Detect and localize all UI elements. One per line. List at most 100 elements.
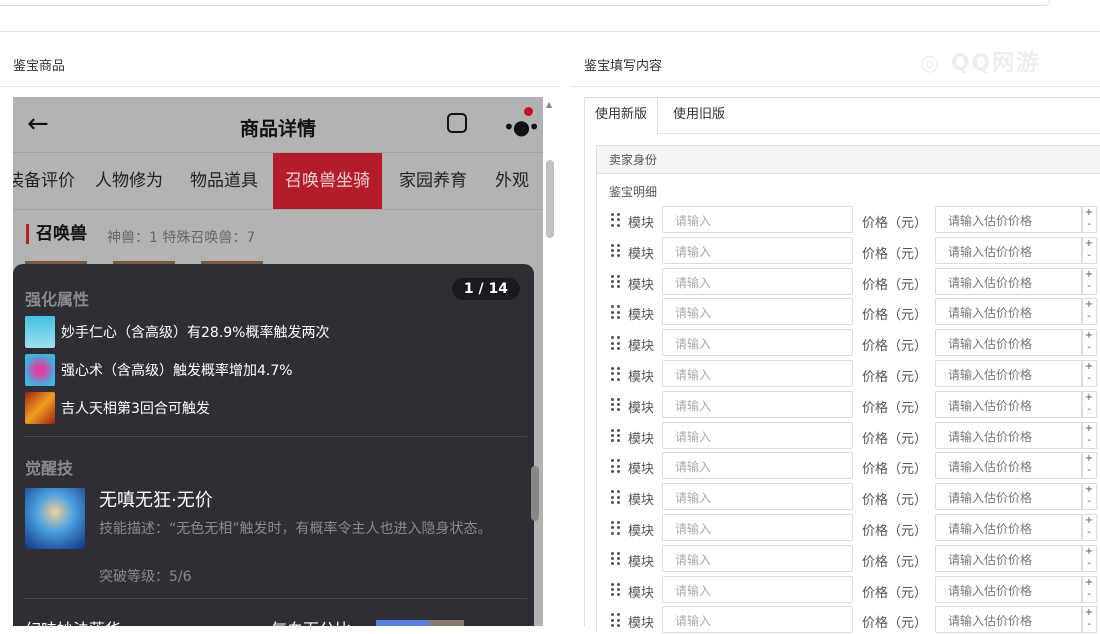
price-input[interactable]: 请输入估价价格 [935,483,1083,511]
drag-handle-icon[interactable] [611,274,621,289]
price-input[interactable]: 请输入估价价格 [935,544,1083,572]
decrement-button[interactable]: - [1082,619,1096,631]
module-input[interactable]: 请输入 [662,390,853,418]
increment-button[interactable]: + [1082,238,1096,250]
price-stepper[interactable]: + - [1081,360,1097,387]
module-input[interactable]: 请输入 [662,575,853,603]
module-input[interactable]: 请输入 [662,236,853,264]
share-icon[interactable] [447,113,467,133]
scroll-up-arrow-icon[interactable]: ▲ [546,100,552,109]
decrement-button[interactable]: - [1082,465,1096,477]
drag-handle-icon[interactable] [611,305,621,320]
module-input[interactable]: 请输入 [662,483,853,511]
increment-button[interactable]: + [1082,269,1096,281]
more-icon[interactable]: •●• [503,115,540,139]
price-input[interactable]: 请输入估价价格 [935,267,1083,295]
drag-handle-icon[interactable] [611,397,621,412]
module-input[interactable]: 请输入 [662,421,853,449]
decrement-button[interactable]: - [1082,527,1096,539]
decrement-button[interactable]: - [1082,311,1096,323]
module-input[interactable]: 请输入 [662,452,853,480]
price-input[interactable]: 请输入估价价格 [935,514,1083,541]
notification-dot [524,107,533,116]
drag-handle-icon[interactable] [611,367,621,381]
decrement-button[interactable]: - [1082,250,1096,262]
price-stepper[interactable]: + - [1081,329,1097,357]
module-input[interactable]: 请输入 [662,514,853,541]
price-stepper[interactable]: + - [1081,390,1097,418]
drag-handle-icon[interactable] [611,521,621,535]
price-stepper[interactable]: + - [1081,452,1097,480]
scrollbar-thumb[interactable] [546,160,554,238]
drag-handle-icon[interactable] [611,582,621,597]
increment-button[interactable]: + [1082,361,1096,373]
decrement-button[interactable]: - [1082,219,1096,231]
tab-appearance[interactable]: 外观 [483,153,541,209]
increment-button[interactable]: + [1082,453,1096,465]
increment-button[interactable]: + [1082,515,1096,527]
price-stepper[interactable]: + - [1081,483,1097,511]
tab-character[interactable]: 人物修为 [83,153,175,209]
increment-button[interactable]: + [1082,577,1096,589]
detail-row: 模块 请输入 价格（元） 请输入估价价格 +- ✕ [597,452,1100,480]
tab-pets-mounts[interactable]: 召唤兽坐骑 [273,153,382,209]
tab-home[interactable]: 家园养育 [387,153,479,209]
module-input[interactable]: 请输入 [662,267,853,295]
tab-equipment[interactable]: 装备评价 [13,153,87,209]
drag-handle-icon[interactable] [611,336,621,350]
price-stepper[interactable]: + - [1081,606,1097,634]
decrement-button[interactable]: - [1082,558,1096,570]
increment-button[interactable]: + [1082,330,1096,342]
decrement-button[interactable]: - [1082,373,1096,385]
module-input[interactable]: 请输入 [662,298,853,326]
price-input[interactable]: 请输入估价价格 [935,575,1083,603]
increment-button[interactable]: + [1082,392,1096,404]
price-stepper[interactable]: + - [1081,421,1097,449]
tab-old-version[interactable]: 使用旧版 [663,98,735,134]
decrement-button[interactable]: - [1082,281,1096,293]
drag-handle-icon[interactable] [611,213,621,227]
price-input[interactable]: 请输入估价价格 [935,329,1083,357]
price-input[interactable]: 请输入估价价格 [935,206,1083,233]
price-input[interactable]: 请输入估价价格 [935,236,1083,264]
decrement-button[interactable]: - [1082,589,1096,601]
drag-handle-icon[interactable] [611,490,621,504]
drag-handle-icon[interactable] [611,551,621,566]
drag-handle-icon[interactable] [611,459,621,474]
price-input[interactable]: 请输入估价价格 [935,606,1083,634]
popup-scrollbar[interactable] [531,466,539,521]
module-input[interactable]: 请输入 [662,606,853,634]
increment-button[interactable]: + [1082,607,1096,619]
price-input[interactable]: 请输入估价价格 [935,360,1083,387]
decrement-button[interactable]: - [1082,342,1096,354]
tab-new-version[interactable]: 使用新版 [585,98,659,135]
increment-button[interactable]: + [1082,484,1096,496]
price-label: 价格（元） [862,216,928,231]
price-stepper[interactable]: + - [1081,575,1097,603]
price-stepper[interactable]: + - [1081,267,1097,295]
decrement-button[interactable]: - [1082,496,1096,508]
price-input[interactable]: 请输入估价价格 [935,298,1083,326]
price-input[interactable]: 请输入估价价格 [935,452,1083,480]
price-stepper[interactable]: + - [1081,298,1097,326]
price-stepper[interactable]: + - [1081,544,1097,572]
price-stepper[interactable]: + - [1081,236,1097,264]
module-input[interactable]: 请输入 [662,544,853,572]
price-stepper[interactable]: + - [1081,514,1097,541]
price-input[interactable]: 请输入估价价格 [935,390,1083,418]
price-stepper[interactable]: + - [1081,206,1097,233]
module-input[interactable]: 请输入 [662,206,853,233]
increment-button[interactable]: + [1082,423,1096,435]
decrement-button[interactable]: - [1082,404,1096,416]
increment-button[interactable]: + [1082,207,1096,219]
price-input[interactable]: 请输入估价价格 [935,421,1083,449]
drag-handle-icon[interactable] [611,613,621,628]
module-input[interactable]: 请输入 [662,360,853,387]
drag-handle-icon[interactable] [611,243,621,258]
increment-button[interactable]: + [1082,546,1096,558]
decrement-button[interactable]: - [1082,435,1096,447]
increment-button[interactable]: + [1082,299,1096,311]
drag-handle-icon[interactable] [611,428,621,443]
module-input[interactable]: 请输入 [662,329,853,357]
tab-items[interactable]: 物品道具 [178,153,270,209]
